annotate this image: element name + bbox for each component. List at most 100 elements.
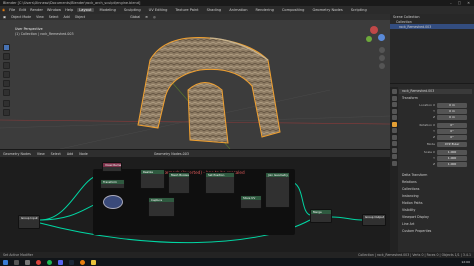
menu-file[interactable]: File xyxy=(9,8,15,12)
tab-scripting[interactable]: Scripting xyxy=(349,8,369,12)
data-tab-icon[interactable] xyxy=(391,154,397,159)
tab-modeling[interactable]: Modeling xyxy=(98,8,118,12)
proportional-edit-icon[interactable]: ◎ xyxy=(153,15,156,19)
node-voxel-remesh[interactable]: Voxel Remesh xyxy=(102,162,122,172)
node-mesh-boolean[interactable]: Mesh Boolean xyxy=(168,172,190,194)
menu-add[interactable]: Add xyxy=(64,15,70,19)
node-group-output[interactable]: Group Output xyxy=(362,214,386,226)
node-editor-type-dropdown[interactable]: Geometry Nodes xyxy=(3,152,31,156)
panel-line-art[interactable]: Line Art xyxy=(399,222,472,227)
rotate-tool-icon[interactable] xyxy=(3,71,10,78)
gizmo-x-axis-icon[interactable] xyxy=(370,26,378,34)
rotation-mode-dropdown[interactable]: XYZ Euler xyxy=(437,142,467,147)
panel-delta-transform[interactable]: Delta Transform xyxy=(399,173,472,178)
gizmo-z-axis-icon[interactable] xyxy=(378,34,385,41)
transform-tool-icon[interactable] xyxy=(3,89,10,96)
pan-view-icon[interactable] xyxy=(379,55,385,61)
blender-logo-icon[interactable]: ◉ xyxy=(2,8,5,12)
scale-y-field[interactable]: 1.000 xyxy=(437,156,467,161)
tab-geometry-nodes[interactable]: Geometry Nodes xyxy=(310,8,344,12)
orientation-dropdown[interactable]: Global xyxy=(130,15,140,19)
material-tab-icon[interactable] xyxy=(391,160,397,166)
menu-view[interactable]: View xyxy=(36,15,44,19)
node-menu-node[interactable]: Node xyxy=(79,152,88,156)
render-tab-icon[interactable] xyxy=(391,95,397,101)
menu-help[interactable]: Help xyxy=(65,8,73,12)
tab-rendering[interactable]: Rendering xyxy=(254,8,276,12)
snap-icon[interactable]: ⊕ xyxy=(145,15,148,19)
tab-texture-paint[interactable]: Texture Paint xyxy=(173,8,200,12)
annotate-tool-icon[interactable] xyxy=(3,100,10,107)
minimize-icon[interactable]: – xyxy=(450,1,452,5)
node-uv-unwrap-icon[interactable] xyxy=(103,195,123,209)
files-icon[interactable] xyxy=(25,259,30,265)
camera-view-icon[interactable] xyxy=(379,63,385,69)
close-icon[interactable]: ✕ xyxy=(467,1,470,5)
menu-object[interactable]: Object xyxy=(75,15,85,19)
menu-window[interactable]: Window xyxy=(47,8,61,12)
panel-visibility[interactable]: Visibility xyxy=(399,208,472,213)
menu-render[interactable]: Render xyxy=(30,8,43,12)
gizmo-y-axis-icon[interactable] xyxy=(366,36,372,42)
scale-x-field[interactable]: 1.000 xyxy=(437,150,467,155)
node-set-position[interactable]: Set Position xyxy=(205,172,235,194)
tab-layout[interactable]: Layout xyxy=(77,8,94,12)
zoom-view-icon[interactable] xyxy=(379,47,385,53)
node-store-uv[interactable]: Store UV xyxy=(240,195,262,209)
panel-instancing[interactable]: Instancing xyxy=(399,194,472,199)
search-icon[interactable] xyxy=(14,259,19,265)
node-merge[interactable]: Merge xyxy=(310,209,332,223)
node-realize[interactable]: Realize xyxy=(140,169,165,189)
scale-z-field[interactable]: 1.000 xyxy=(437,162,467,167)
object-name-field[interactable]: rock_Remeshed.003 xyxy=(399,89,472,94)
node-capture[interactable]: Capture xyxy=(148,197,175,217)
editor-type-icon[interactable]: ▣ xyxy=(3,15,6,19)
3d-viewport[interactable]: User Perspective (1) Collection | rock_R… xyxy=(0,20,390,149)
select-box-tool-icon[interactable] xyxy=(3,44,10,51)
rotation-y-field[interactable]: 0° xyxy=(437,129,467,134)
output-tab-icon[interactable] xyxy=(391,102,397,107)
node-group-input[interactable]: Group Input xyxy=(18,215,40,229)
scene-tab-icon[interactable] xyxy=(391,108,397,114)
panel-motion-paths[interactable]: Motion Paths xyxy=(399,201,472,206)
node-editor-canvas[interactable]: UVs with Remesh (Inverted) - has to be r… xyxy=(0,157,390,258)
node-menu-add[interactable]: Add xyxy=(67,152,73,156)
menu-select[interactable]: Select xyxy=(49,15,59,19)
panel-viewport-display[interactable]: Viewport Display xyxy=(399,215,472,220)
object-mode-dropdown[interactable]: Object Mode xyxy=(11,15,31,19)
move-tool-icon[interactable] xyxy=(3,62,10,69)
panel-collections[interactable]: Collections xyxy=(399,187,472,192)
node-tree-selector[interactable]: Geometry Nodes.003 xyxy=(154,152,189,156)
location-z-field[interactable]: 0 m xyxy=(437,115,467,120)
panel-custom-properties[interactable]: Custom Properties xyxy=(399,229,472,234)
tab-animation[interactable]: Animation xyxy=(227,8,249,12)
discord-icon[interactable] xyxy=(58,259,63,265)
panel-relations[interactable]: Relations xyxy=(399,180,472,185)
folder-icon[interactable] xyxy=(91,259,96,265)
node-join-geometry[interactable]: Join Geometry xyxy=(265,172,290,208)
transform-panel-header[interactable]: Transform xyxy=(399,96,472,101)
node-menu-select[interactable]: Select xyxy=(51,152,61,156)
outliner-row-rock[interactable]: rock_Remeshed.003 xyxy=(390,24,474,29)
node-menu-view[interactable]: View xyxy=(37,152,45,156)
menu-edit[interactable]: Edit xyxy=(19,8,26,12)
tab-compositing[interactable]: Compositing xyxy=(280,8,307,12)
measure-tool-icon[interactable] xyxy=(3,109,10,116)
tab-uv-editing[interactable]: UV Editing xyxy=(147,8,170,12)
maximize-icon[interactable]: □ xyxy=(458,1,461,5)
windows-icon[interactable] xyxy=(3,259,8,265)
rotation-x-field[interactable]: 0° xyxy=(437,123,467,128)
tool-tab-icon[interactable] xyxy=(391,89,397,94)
spotify-icon[interactable] xyxy=(47,259,52,265)
object-tab-icon[interactable] xyxy=(391,121,397,127)
tab-shading[interactable]: Shading xyxy=(205,8,224,12)
cursor-tool-icon[interactable] xyxy=(3,53,10,60)
chrome-icon[interactable] xyxy=(36,259,41,265)
modifier-tab-icon[interactable] xyxy=(391,128,397,133)
location-y-field[interactable]: 0 m xyxy=(437,109,467,114)
scale-tool-icon[interactable] xyxy=(3,80,10,87)
constraints-tab-icon[interactable] xyxy=(391,147,397,153)
physics-tab-icon[interactable] xyxy=(391,141,397,146)
node-transform[interactable]: Transform xyxy=(100,179,125,189)
tab-sculpting[interactable]: Sculpting xyxy=(122,8,143,12)
